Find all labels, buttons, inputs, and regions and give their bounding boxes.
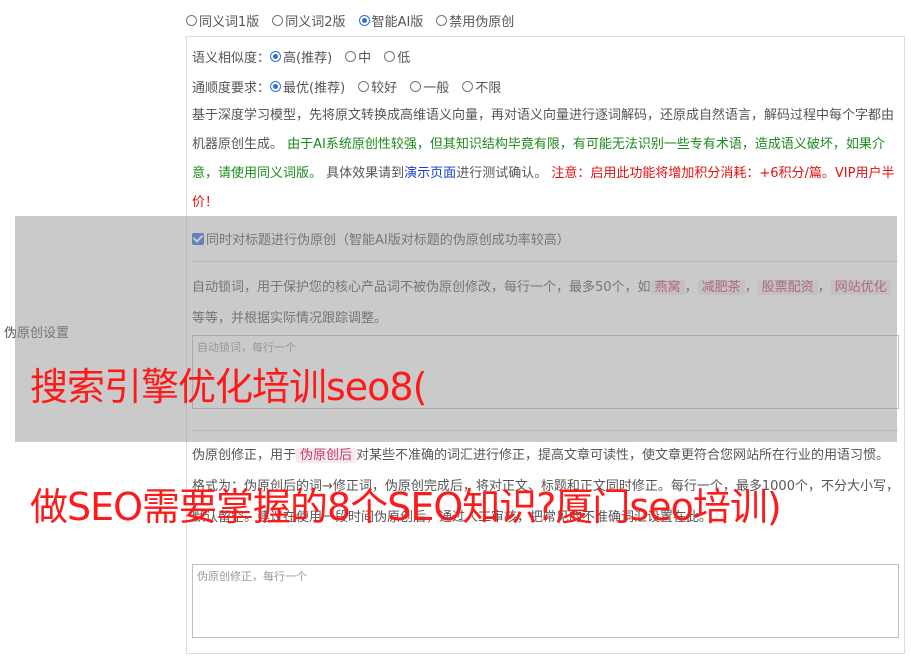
mode-option-synonym2[interactable]: 同义词2版 [272, 11, 346, 30]
radio-icon[interactable] [410, 81, 422, 92]
radio-icon[interactable] [272, 15, 284, 26]
fluency-option-normal[interactable]: 一般 [410, 77, 449, 96]
radio-icon[interactable] [186, 15, 197, 26]
option-label: 一般 [423, 81, 450, 96]
textarea-placeholder: 伪原创修正，每行一个 [197, 570, 307, 583]
radio-icon[interactable] [384, 51, 396, 62]
similarity-option-low[interactable]: 低 [384, 47, 410, 66]
option-label: 较好 [371, 81, 398, 96]
example-tag: 伪原创后 [296, 448, 357, 463]
option-label: 中 [358, 51, 372, 66]
radio-icon[interactable] [462, 81, 474, 92]
description-text: 具体效果请到 [326, 166, 405, 181]
radio-icon[interactable] [358, 15, 370, 26]
correction-text: 伪原创修正，用于 [192, 448, 297, 463]
ai-description: 基于深度学习模型，先将原文转换成高维语义向量，再对语义向量进行逐词解码，还原成自… [192, 101, 904, 217]
fluency-option-any[interactable]: 不限 [462, 77, 501, 96]
watermark-line2: 做SEO需要掌握的8个SEO知识?厦门seo培训) [30, 485, 782, 529]
radio-icon[interactable] [270, 51, 282, 62]
mode-option-label: 同义词2版 [285, 15, 346, 30]
radio-icon[interactable] [436, 15, 448, 26]
fluency-row: 通顺度要求： 最优(推荐) 较好 一般 不限 [192, 77, 514, 96]
mode-option-synonym1[interactable]: 同义词1版 [186, 11, 259, 30]
similarity-option-mid[interactable]: 中 [345, 47, 371, 66]
mode-option-disable[interactable]: 禁用伪原创 [436, 11, 514, 30]
demo-page-link[interactable]: 演示页面 [404, 166, 456, 181]
mode-option-ai[interactable]: 智能AI版 [358, 11, 424, 30]
mode-options: 同义词1版 同义词2版 智能AI版 禁用伪原创 [186, 11, 527, 30]
mode-option-label: 同义词1版 [199, 15, 260, 30]
option-label: 高(推荐) [283, 51, 333, 66]
fluency-label: 通顺度要求： [192, 81, 271, 96]
correction-textarea[interactable]: 伪原创修正，每行一个 [192, 564, 899, 638]
watermark-line1: 搜索引擎优化培训seo8( [30, 365, 427, 409]
option-label: 低 [397, 51, 411, 66]
option-label: 最优(推荐) [283, 81, 346, 96]
description-text: 进行测试确认。 [456, 166, 548, 181]
radio-icon[interactable] [270, 81, 282, 92]
mode-option-label: 禁用伪原创 [449, 15, 515, 30]
radio-icon[interactable] [345, 51, 357, 62]
mode-option-label: 智能AI版 [371, 15, 424, 30]
option-label: 不限 [475, 81, 502, 96]
radio-icon[interactable] [358, 81, 370, 92]
fluency-option-good[interactable]: 较好 [358, 77, 397, 96]
similarity-label: 语义相似度： [192, 51, 271, 66]
similarity-option-high[interactable]: 高(推荐) [270, 47, 332, 66]
similarity-row: 语义相似度： 高(推荐) 中 低 [192, 47, 423, 66]
fluency-option-best[interactable]: 最优(推荐) [270, 77, 345, 96]
